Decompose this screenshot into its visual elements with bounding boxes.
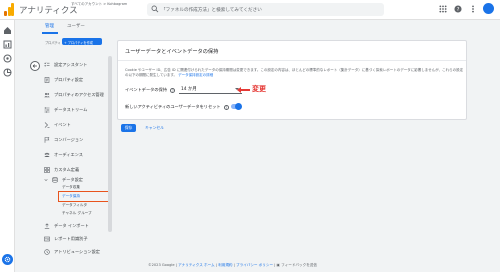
more-vert-icon[interactable] <box>468 4 477 13</box>
identity-icon <box>44 236 50 241</box>
search-icon <box>151 5 159 13</box>
nav-item-label: 設定アシスタント <box>54 61 88 67</box>
streams-icon <box>44 106 50 113</box>
event-retention-label: イベントデータの保持 <box>125 87 167 92</box>
upload-icon <box>44 222 50 229</box>
checklist-icon <box>44 61 50 67</box>
search-placeholder: 「ファネルの作成方法」と検索してみてください <box>161 7 262 13</box>
tab-admin[interactable]: 管理 <box>45 23 54 29</box>
svg-text:?: ? <box>456 6 459 12</box>
custom-definitions-icon <box>44 166 50 173</box>
nav-item-label: データ インポート <box>54 222 89 228</box>
event-retention-value: 14 か月 <box>181 87 197 92</box>
nav-sub-data-filters[interactable]: データフィルタ <box>62 203 87 208</box>
description-text: Cookie やユーザー ID、広告 ID に関連付けられたデータの保持期間は変… <box>125 68 464 77</box>
privacy-link[interactable]: プライバシー ポリシー <box>236 263 273 267</box>
nav-item-events[interactable]: イベント <box>44 120 71 129</box>
footer-copyright: ©2023 Google | <box>148 263 177 267</box>
card-title: ユーザーデータとイベントデータの保持 <box>125 49 219 55</box>
audience-icon <box>44 152 50 157</box>
nav-item-data-settings[interactable]: データ設定 <box>44 175 83 184</box>
nav-item-label: アトリビューション設定 <box>54 248 100 254</box>
terms-link[interactable]: 利用規約 <box>218 263 232 267</box>
help-icon[interactable]: ? <box>170 87 176 93</box>
help-icon[interactable]: ? <box>223 104 229 110</box>
nav-item-label: プロパティのアクセス管理 <box>54 91 104 97</box>
nav-item-access-management[interactable]: プロパティのアクセス管理 <box>44 90 104 99</box>
feedback-link[interactable]: フィードバックを送信 <box>281 263 317 267</box>
apps-grid-icon[interactable] <box>438 4 447 13</box>
database-icon <box>52 176 58 183</box>
tab-user[interactable]: ユーザー <box>67 23 85 29</box>
explore-icon[interactable] <box>3 54 12 63</box>
nav-item-audiences[interactable]: オーディエンス <box>44 150 83 159</box>
save-button[interactable]: 保存 <box>121 124 136 132</box>
nav-item-label: オーディエンス <box>54 151 83 157</box>
nav-item-data-import[interactable]: データ インポート <box>44 221 89 230</box>
back-button[interactable] <box>30 61 40 71</box>
nav-item-label: データストリーム <box>54 106 88 112</box>
retention-help-link[interactable]: データ保持設定の詳細 <box>178 73 213 77</box>
nav-item-setup-assistant[interactable]: 設定アシスタント <box>44 60 87 69</box>
data-retention-highlight <box>58 191 110 202</box>
nav-item-label: データ設定 <box>62 176 83 182</box>
retention-settings-card: ユーザーデータとイベントデータの保持 Cookie やユーザー ID、広告 ID… <box>117 40 467 120</box>
analytics-logo-icon[interactable] <box>4 3 14 16</box>
nav-sub-channel-groups[interactable]: チャネル グループ <box>62 211 92 216</box>
home-icon[interactable] <box>3 26 12 35</box>
property-label: プロパティ <box>45 41 61 45</box>
nav-item-label: レポート用識別子 <box>54 235 88 241</box>
nav-item-label: コンバージョン <box>54 136 84 142</box>
nav-item-conversions[interactable]: コンバージョン <box>44 135 83 144</box>
nav-scrollbar[interactable] <box>108 56 112 232</box>
create-property-button[interactable]: + プロパティを作成 <box>62 38 102 45</box>
feedback-icon: ▣ <box>276 263 280 267</box>
reset-user-data-toggle[interactable] <box>231 103 242 110</box>
nav-item-attribution-settings[interactable]: アトリビューション設定 <box>44 247 100 256</box>
nav-sub-data-collection[interactable]: データ収集 <box>62 185 80 190</box>
nav-item-label: プロパティ設定 <box>54 76 84 82</box>
event-retention-row: イベントデータの保持 ? <box>125 87 176 93</box>
footer: ©2023 Google | アナリティクス ホーム | 利用規約 | プライバ… <box>148 263 317 267</box>
admin-tabs: 管理 ユーザー <box>15 20 500 34</box>
toggle-knob <box>235 103 242 110</box>
settings-nav: 設定アシスタント プロパティ設定 プロパティのアクセス管理 データストリーム イ… <box>44 48 107 272</box>
search-input[interactable]: 「ファネルの作成方法」と検索してみてください <box>147 3 384 16</box>
chevron-down-icon <box>44 178 48 181</box>
arrow-back-icon <box>32 64 37 68</box>
event-retention-select[interactable]: 14 か月 <box>179 84 242 94</box>
analytics-home-link[interactable]: アナリティクス ホーム <box>178 263 215 267</box>
app-title[interactable]: アナリティクス <box>19 4 78 16</box>
top-bar: アナリティクス すべてのアカウント > Kohbagram 「ファネルの作成方法… <box>0 0 500 20</box>
annotation-arrow-icon <box>237 87 250 93</box>
nav-item-label: カスタム定義 <box>54 166 80 172</box>
attribution-icon <box>44 248 50 255</box>
annotation-label: 変更 <box>252 85 266 93</box>
nav-item-reporting-identity[interactable]: レポート用識別子 <box>44 234 88 243</box>
reports-icon[interactable] <box>3 40 12 49</box>
document-icon <box>44 76 50 83</box>
account-breadcrumb[interactable]: すべてのアカウント > Kohbagram <box>71 2 127 7</box>
nav-item-property-settings[interactable]: プロパティ設定 <box>44 75 83 84</box>
cancel-button[interactable]: キャンセル <box>145 124 164 132</box>
nav-item-data-streams[interactable]: データストリーム <box>44 105 87 114</box>
divider <box>118 60 466 61</box>
advertising-icon[interactable] <box>3 68 12 77</box>
reset-user-data-row: 新しいアクティビティのユーザーデータをリセット ? <box>125 104 229 110</box>
event-icon <box>44 121 50 128</box>
reset-user-data-label: 新しいアクティビティのユーザーデータをリセット <box>125 104 221 109</box>
card-description: Cookie やユーザー ID、広告 ID に関連付けられたデータの保持期間は変… <box>125 68 465 78</box>
help-icon[interactable]: ? <box>453 4 462 13</box>
nav-item-label: イベント <box>54 121 71 127</box>
flag-icon <box>44 136 50 143</box>
tab-indicator <box>42 32 58 34</box>
avatar[interactable] <box>483 3 494 14</box>
nav-item-custom-definitions[interactable]: カスタム定義 <box>44 165 79 174</box>
left-rail <box>0 20 15 272</box>
admin-gear-icon[interactable] <box>2 254 13 265</box>
people-icon <box>44 92 50 97</box>
